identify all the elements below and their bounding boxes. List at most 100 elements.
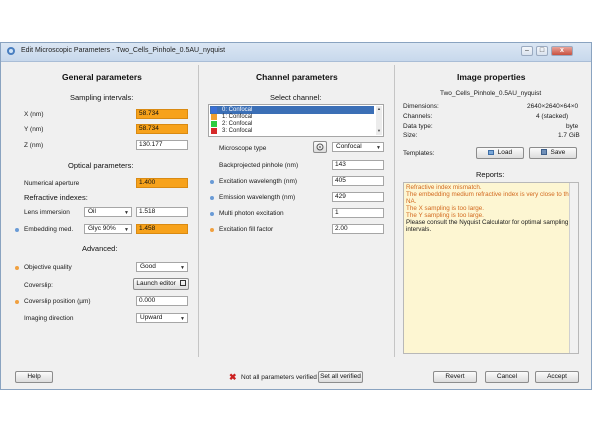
x-sampling-label: X (nm) — [24, 111, 44, 118]
fill-factor-label: Excitation fill factor — [219, 226, 274, 233]
info-dot-icon — [210, 196, 214, 200]
warning-dot-icon — [15, 300, 19, 304]
title-bar: Edit Microscopic Parameters - Two_Cells_… — [1, 43, 591, 62]
report-line: Please consult the Nyquist Calculator fo… — [406, 219, 569, 226]
multiphoton-label: Multi photon excitation — [219, 210, 284, 217]
report-line: Refractive index mismatch. — [406, 184, 482, 191]
launch-editor-button[interactable]: Launch editor — [133, 278, 189, 290]
dimensions-value: 2640×2640×64×0 — [527, 103, 579, 110]
size-value: 1.7 GiB — [558, 132, 580, 139]
z-sampling-field[interactable]: 130.177 — [136, 140, 188, 150]
window-title: Edit Microscopic Parameters - Two_Cells_… — [21, 47, 226, 54]
dimensions-label: Dimensions: — [403, 103, 439, 110]
channels-label: Channels: — [403, 113, 433, 120]
launch-editor-label: Launch editor — [136, 280, 176, 287]
multiphoton-field[interactable]: 1 — [332, 208, 384, 218]
objective-quality-select[interactable]: Good ▼ — [136, 262, 188, 272]
info-dot-icon — [210, 180, 214, 184]
save-icon — [540, 149, 547, 156]
microscope-type-select[interactable]: Confocal ▼ — [332, 142, 384, 152]
reports-scrollbar[interactable] — [569, 183, 578, 353]
scroll-down-icon[interactable]: ▼ — [376, 128, 382, 133]
coverslip-position-field[interactable]: 0.000 — [136, 296, 188, 306]
set-all-verified-button[interactable]: Set all verified — [318, 371, 363, 383]
lens-immersion-index-field[interactable]: 1.518 — [136, 207, 188, 217]
chevron-down-icon: ▼ — [376, 145, 381, 151]
report-line: The X sampling is too large. — [406, 205, 485, 212]
embedding-medium-value: Glyc 90% — [88, 225, 116, 232]
save-template-button[interactable]: Save — [529, 147, 577, 159]
refractive-heading: Refractive indexes: — [24, 193, 88, 202]
app-icon — [7, 47, 15, 55]
info-dot-icon — [15, 228, 19, 232]
channel-heading: Channel parameters — [256, 72, 338, 82]
channel-item-label: 3: Confocal — [222, 128, 253, 134]
maximize-button[interactable]: □ — [536, 46, 548, 56]
verification-status: Not all parameters verified — [241, 374, 317, 381]
excitation-wavelength-label: Excitation wavelength (nm) — [219, 178, 298, 185]
cancel-button[interactable]: Cancel — [485, 371, 529, 383]
save-label: Save — [550, 149, 566, 156]
microscope-icon — [316, 143, 324, 151]
scroll-up-icon[interactable]: ▲ — [376, 106, 382, 111]
sampling-heading: Sampling intervals: — [70, 93, 134, 102]
column-divider-right — [394, 65, 395, 357]
load-template-button[interactable]: Load — [476, 147, 524, 159]
microscope-icon-button[interactable] — [313, 141, 327, 153]
optical-heading: Optical parameters: — [68, 161, 134, 170]
embedding-medium-label: Embedding med. — [24, 226, 74, 233]
numerical-aperture-field[interactable]: 1.400 — [136, 178, 188, 188]
revert-button[interactable]: Revert — [433, 371, 477, 383]
datatype-label: Data type: — [403, 123, 433, 130]
external-launch-icon — [179, 280, 186, 287]
report-line: intervals. — [406, 226, 432, 233]
help-button[interactable]: Help — [15, 371, 53, 383]
reports-panel: Refractive index mismatch. The embedding… — [403, 182, 579, 354]
advanced-heading: Advanced: — [82, 244, 118, 253]
coverslip-position-label: Coverslip position (µm) — [24, 298, 91, 305]
minimize-button[interactable]: – — [521, 46, 533, 56]
accept-button[interactable]: Accept — [535, 371, 579, 383]
z-sampling-label: Z (nm) — [24, 142, 44, 149]
load-icon — [487, 149, 494, 155]
column-divider-left — [198, 65, 199, 357]
objective-quality-value: Good — [140, 263, 156, 270]
general-heading: General parameters — [62, 72, 142, 82]
x-sampling-field[interactable]: 58.734 — [136, 109, 188, 119]
warning-dot-icon — [210, 228, 214, 232]
lens-immersion-value: Oil — [88, 208, 96, 215]
channel-color-swatch — [211, 128, 217, 134]
channel-list[interactable]: 0: Confocal 1: Confocal 2: Confocal 3: C… — [208, 104, 384, 137]
y-sampling-field[interactable]: 58.734 — [136, 124, 188, 134]
report-line: The Y sampling is too large. — [406, 212, 484, 219]
coverslip-label: Coverslip: — [24, 282, 53, 289]
excitation-wavelength-field[interactable]: 405 — [332, 176, 384, 186]
error-x-icon: ✖ — [229, 372, 237, 382]
channel-list-scrollbar[interactable]: ▲ ▼ — [376, 106, 382, 135]
report-line: The embedding medium refractive index is… — [406, 191, 573, 198]
templates-label: Templates: — [403, 150, 435, 157]
reports-heading: Reports: — [476, 170, 505, 179]
lens-immersion-select[interactable]: Oil ▼ — [84, 207, 132, 217]
pinhole-label: Backprojected pinhole (nm) — [219, 162, 299, 169]
embedding-medium-select[interactable]: Glyc 90% ▼ — [84, 224, 132, 234]
imaging-direction-select[interactable]: Upward ▼ — [136, 313, 188, 323]
fill-factor-field[interactable]: 2.00 — [332, 224, 384, 234]
microscope-type-label: Microscope type — [219, 145, 267, 152]
emission-wavelength-field[interactable]: 429 — [332, 192, 384, 202]
imaging-direction-value: Upward — [140, 314, 163, 321]
load-label: Load — [497, 149, 513, 156]
imaging-direction-label: Imaging direction — [24, 315, 74, 322]
pinhole-field[interactable]: 143 — [332, 160, 384, 170]
close-button[interactable]: x — [551, 46, 573, 56]
numerical-aperture-label: Numerical aperture — [24, 180, 80, 187]
channel-item-3[interactable]: 3: Confocal — [210, 127, 374, 135]
datatype-value: byte — [566, 123, 579, 130]
channels-value: 4 (stacked) — [536, 113, 569, 120]
y-sampling-label: Y (nm) — [24, 126, 44, 133]
chevron-down-icon: ▼ — [180, 316, 185, 322]
microscope-type-value: Confocal — [336, 143, 362, 150]
embedding-index-field[interactable]: 1.458 — [136, 224, 188, 234]
image-filename: Two_Cells_Pinhole_0.5AU_nyquist — [440, 90, 542, 97]
image-heading: Image properties — [457, 72, 526, 82]
